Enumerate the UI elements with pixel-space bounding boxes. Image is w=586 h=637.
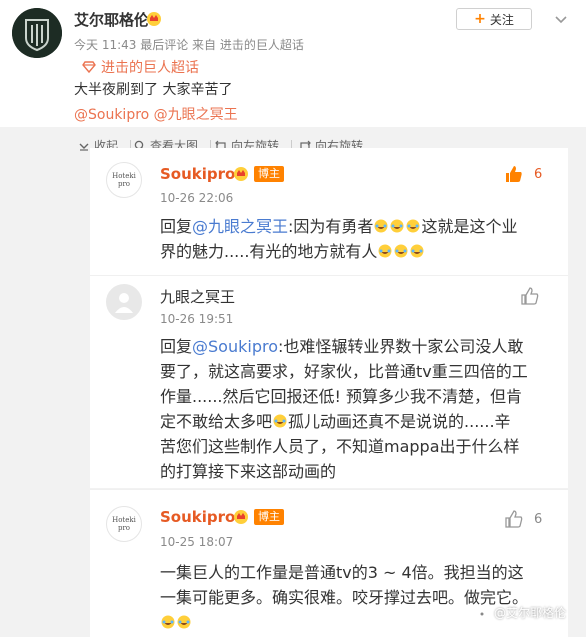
commenter-name[interactable]: 九眼之冥王 (160, 286, 235, 307)
laugh-cry-emoji-icon (378, 240, 392, 258)
commenter-name[interactable]: Soukipro (160, 508, 235, 526)
weibo-logo-icon (476, 609, 488, 618)
chevron-down-icon[interactable] (554, 12, 568, 26)
commenter-avatar[interactable] (106, 284, 142, 320)
comment-time: 10-26 22:06 (160, 191, 234, 205)
topic-tag-link[interactable]: 进击的巨人超话 (82, 57, 199, 77)
laugh-cry-emoji-icon (410, 240, 424, 258)
comment-text: 回复@Soukipro:也难怪辗转业界数十家公司没人敢 要了，就这高要求，好家伙… (160, 337, 528, 481)
thumbs-up-icon (505, 510, 523, 528)
laugh-cry-emoji-icon (374, 215, 388, 233)
mention-link[interactable]: @Soukipro (192, 337, 278, 356)
comment-text: 回复@九眼之冥王:因为有勇者 这就是这个业 界的魅力.....有光的地方就有人 (160, 215, 518, 261)
comment-item: Hoteki pro Soukipro 博主 6 10-26 22:06 回复@… (90, 148, 568, 277)
post-mentions[interactable]: @Soukipro @九眼之冥王 (74, 104, 238, 124)
laugh-cry-emoji-icon (161, 611, 175, 629)
commenter-name[interactable]: Soukipro (160, 165, 235, 183)
thumbs-up-icon (521, 287, 539, 305)
comment-item: 九眼之冥王 10-26 19:51 回复@Soukipro:也难怪辗转业界数十家… (90, 275, 568, 488)
like-button[interactable]: 6 (504, 164, 542, 184)
post-meta: 今天 11:43 最后评论 来自 进击的巨人超话 (74, 38, 304, 52)
crown-icon (234, 167, 248, 181)
post-text: 大半夜刷到了 大家辛苦了 (74, 82, 233, 98)
laugh-cry-emoji-icon (394, 240, 408, 258)
commenter-avatar[interactable]: Hoteki pro (106, 506, 142, 542)
user-avatar[interactable] (12, 8, 62, 58)
commenter-avatar[interactable]: Hoteki pro (106, 162, 142, 198)
like-count: 6 (534, 511, 543, 527)
blogger-badge: 博主 (254, 509, 284, 525)
diamond-icon (82, 61, 96, 74)
blogger-badge: 博主 (254, 166, 284, 182)
post-header: 艾尔耶格伦 今天 11:43 最后评论 来自 进击的巨人超话 + 关注 进击的巨… (0, 0, 586, 127)
like-count: 6 (534, 166, 543, 182)
username[interactable]: 艾尔耶格伦 (74, 9, 149, 30)
comment-text: 一集巨人的工作量是普通tv的3 ~ 4倍。我担当的这 一集可能更多。确实很难。咬… (160, 560, 550, 635)
mention-link[interactable]: @九眼之冥王 (192, 217, 288, 236)
thumbs-up-icon (506, 166, 522, 182)
laugh-cry-emoji-icon (177, 611, 191, 629)
follow-button[interactable]: + 关注 (456, 8, 532, 30)
plus-icon: + (474, 11, 486, 27)
comment-time: 10-26 19:51 (160, 312, 234, 326)
laugh-cry-emoji-icon (273, 410, 287, 428)
laugh-cry-emoji-icon (390, 215, 404, 233)
weibo-watermark: @艾尔耶格伦 (476, 604, 566, 621)
like-button[interactable]: 6 (504, 509, 542, 529)
laugh-cry-emoji-icon (406, 215, 420, 233)
crown-icon (147, 12, 161, 26)
comment-time: 10-25 18:07 (160, 535, 234, 549)
collapse-icon (79, 143, 89, 151)
default-avatar-icon (115, 293, 133, 313)
crown-icon (234, 510, 248, 524)
like-button[interactable] (520, 286, 540, 306)
